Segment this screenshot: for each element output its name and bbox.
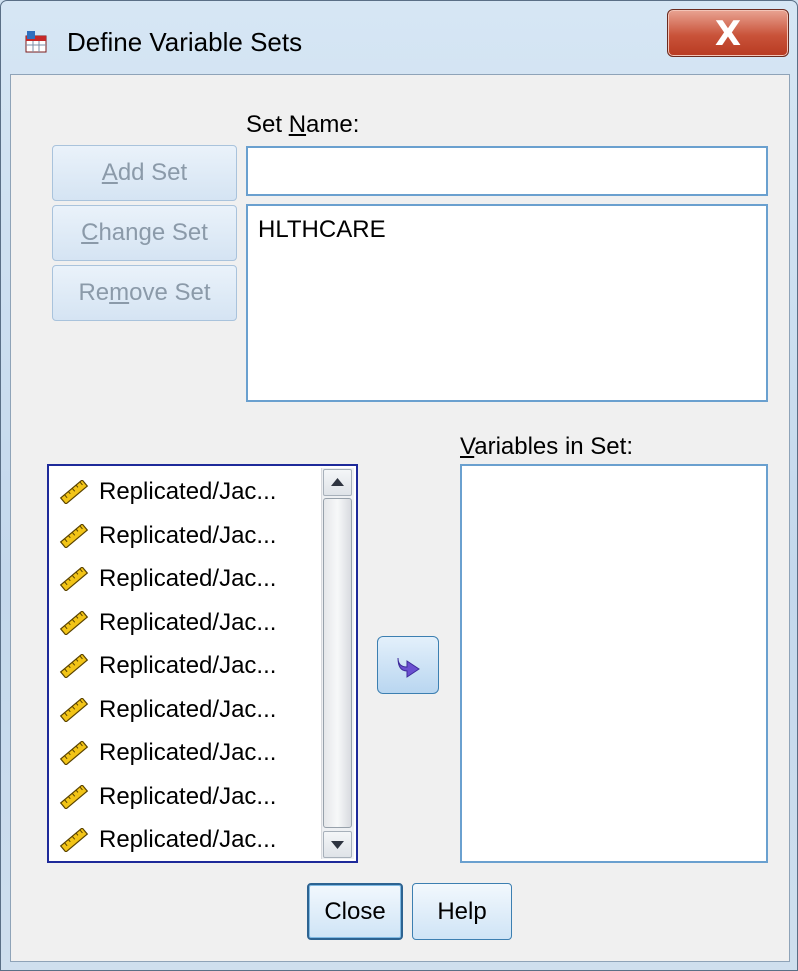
right-arrow-icon (397, 657, 420, 678)
variable-label: Replicated/Jac... (99, 695, 277, 723)
list-item[interactable]: Replicated/Jac... (57, 601, 322, 645)
ruler-scale-icon (59, 784, 89, 809)
list-item[interactable]: Replicated/Jac... (57, 470, 322, 514)
scrollbar-thumb[interactable] (323, 498, 352, 828)
ruler-scale-icon (59, 610, 89, 635)
set-name-label: Set Name: (246, 111, 360, 138)
add-set-button[interactable]: Add Set (52, 145, 237, 201)
define-variable-sets-dialog: Define Variable Sets X Set Name: Add Set… (0, 0, 798, 971)
list-item[interactable]: Replicated/Jac... (57, 644, 322, 688)
ruler-scale-icon (59, 567, 89, 591)
up-arrow-icon (331, 478, 344, 486)
variable-label: Replicated/Jac... (99, 608, 277, 636)
list-item[interactable]: Replicated/Jac... (57, 775, 322, 819)
source-variables-list[interactable]: Replicated/Jac... Replicated/Jac... Replic… (47, 464, 358, 863)
title-bar[interactable]: Define Variable Sets X (1, 1, 797, 75)
scroll-down-button[interactable] (323, 831, 352, 858)
change-set-button[interactable]: Change Set (52, 205, 237, 261)
variable-label: Replicated/Jac... (99, 826, 277, 853)
close-window-button[interactable]: X (667, 9, 789, 57)
ruler-scale-icon (59, 480, 89, 504)
remove-set-button[interactable]: Remove Set (52, 265, 237, 321)
variable-label: Replicated/Jac... (99, 565, 277, 592)
window-title: Define Variable Sets (67, 27, 303, 57)
ruler-scale-icon (59, 654, 89, 678)
close-button[interactable]: Close (307, 883, 403, 940)
list-item[interactable]: Replicated/Jac... (57, 557, 322, 601)
scroll-up-button[interactable] (323, 469, 352, 496)
move-to-set-button[interactable] (377, 636, 439, 694)
app-icon (25, 31, 47, 53)
variable-label: Replicated/Jac... (99, 478, 277, 505)
variable-sets-list[interactable]: HLTHCARE (246, 204, 768, 402)
variable-label: Replicated/Jac... (99, 782, 277, 810)
close-icon: X (714, 14, 742, 54)
variable-label: Replicated/Jac... (99, 739, 277, 766)
variable-label: Replicated/Jac... (99, 521, 277, 549)
ruler-scale-icon (59, 697, 89, 722)
variables-in-set-label: Variables in Set: (460, 433, 633, 460)
list-item[interactable]: Replicated/Jac... (57, 731, 322, 775)
list-item[interactable]: HLTHCARE (258, 216, 386, 244)
vertical-scrollbar[interactable] (321, 468, 354, 859)
list-item[interactable]: Replicated/Jac... (57, 688, 322, 732)
help-button[interactable]: Help (412, 883, 512, 940)
ruler-scale-icon (59, 523, 89, 548)
list-item[interactable]: Replicated/Jac... (57, 818, 322, 862)
down-arrow-icon (331, 841, 344, 849)
set-name-input[interactable] (246, 146, 768, 196)
variables-in-set-list[interactable] (460, 464, 768, 863)
ruler-scale-icon (59, 741, 89, 765)
ruler-scale-icon (59, 828, 89, 852)
variable-label: Replicated/Jac... (99, 652, 277, 679)
list-item[interactable]: Replicated/Jac... (57, 514, 322, 558)
